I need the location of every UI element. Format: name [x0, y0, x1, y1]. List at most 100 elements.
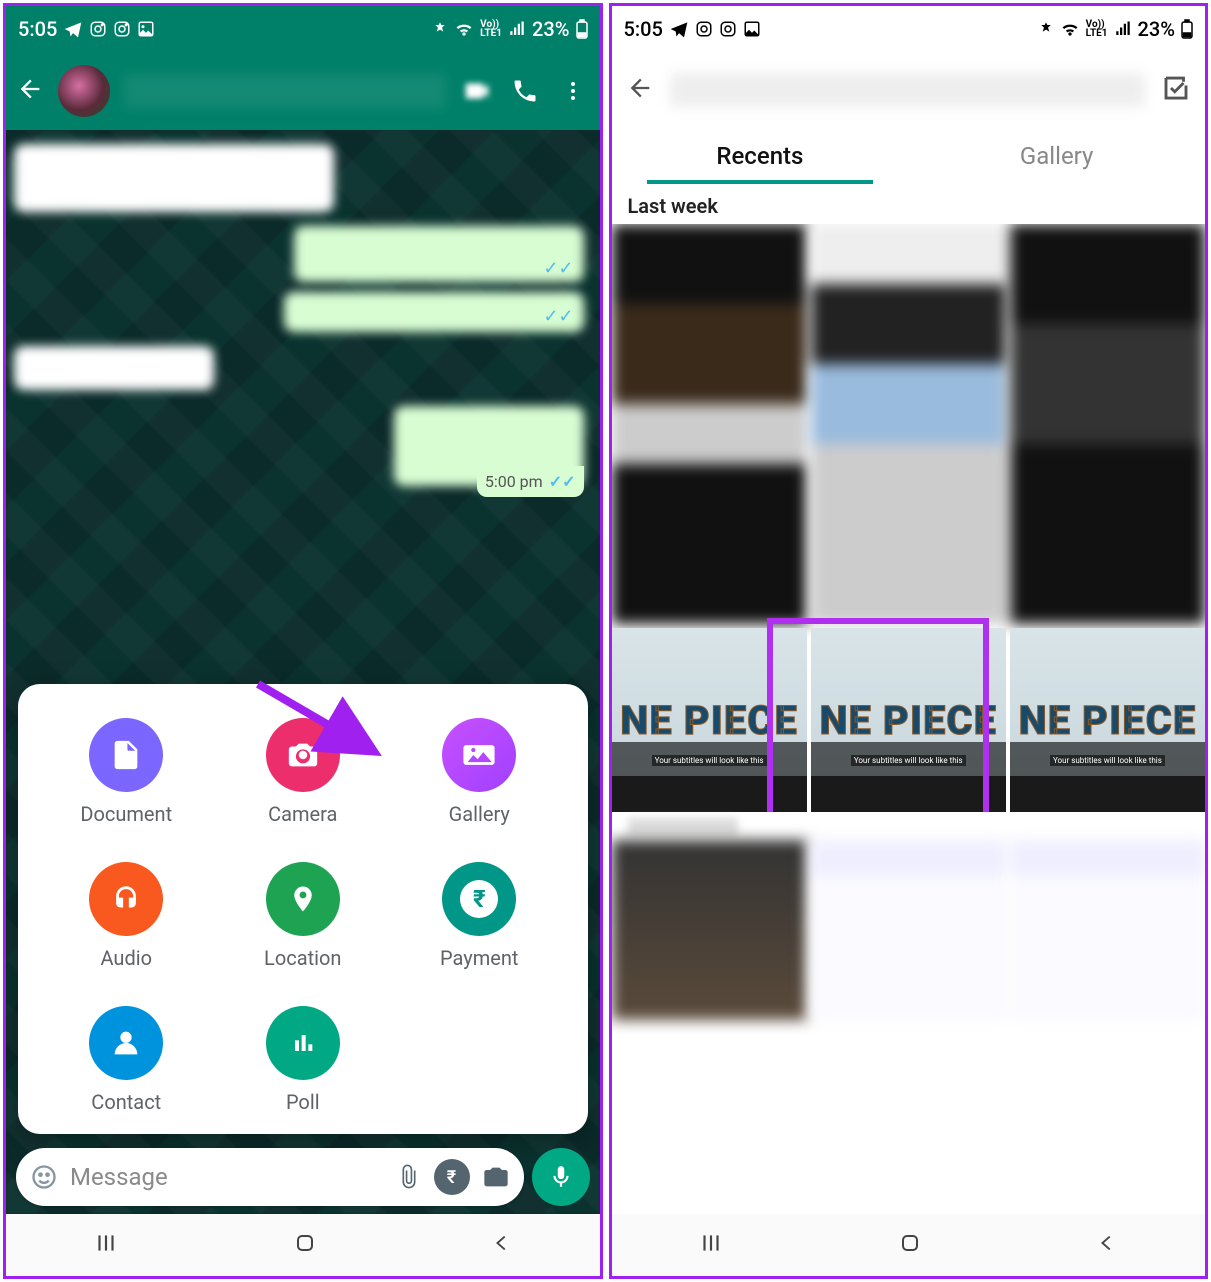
battery-saver-icon	[1038, 21, 1054, 37]
back-button[interactable]	[16, 75, 44, 107]
wifi-icon	[454, 19, 474, 39]
gallery-grid[interactable]: NE PIECE Your subtitles will look like t…	[612, 224, 1206, 1214]
recents-nav-icon[interactable]	[93, 1230, 119, 1260]
attach-payment-label: Payment	[440, 946, 518, 970]
media-thumbnail[interactable]	[612, 840, 807, 1020]
tab-recents-label: Recents	[716, 142, 803, 170]
home-nav-icon[interactable]	[293, 1231, 317, 1259]
instagram-icon	[719, 20, 737, 38]
emoji-icon[interactable]	[30, 1163, 58, 1191]
attach-audio-button[interactable]: Audio	[89, 862, 163, 970]
attach-contact-label: Contact	[91, 1090, 161, 1114]
status-time: 5:05	[18, 17, 57, 41]
outgoing-message[interactable]	[284, 292, 584, 332]
status-bar: 5:05 Vo))LTE1 23%	[6, 6, 600, 52]
media-thumbnail[interactable]	[612, 224, 807, 624]
thumbnail-subtitle: Your subtitles will look like this	[851, 755, 966, 766]
attach-poll-button[interactable]: Poll	[266, 1006, 340, 1114]
battery-percent: 23%	[1138, 17, 1175, 41]
volte-icon: Vo))LTE1	[1086, 20, 1108, 38]
thumbnail-subtitle: Your subtitles will look like this	[1050, 755, 1165, 766]
attach-gallery-button[interactable]: Gallery	[442, 718, 516, 826]
attach-contact-button[interactable]: Contact	[89, 1006, 163, 1114]
signal-icon	[1114, 20, 1132, 38]
section-header	[628, 818, 738, 836]
volte-icon: Vo))LTE1	[480, 20, 502, 38]
message-placeholder: Message	[70, 1163, 384, 1191]
media-thumbnail[interactable]: NE PIECE Your subtitles will look like t…	[612, 628, 807, 812]
battery-icon	[576, 19, 588, 39]
picker-tabs: Recents Gallery	[612, 128, 1206, 184]
contact-name[interactable]	[124, 74, 446, 108]
incoming-message[interactable]	[14, 346, 214, 390]
android-nav-bar	[612, 1214, 1206, 1276]
media-thumbnail[interactable]	[811, 224, 1006, 624]
image-notification-icon	[743, 20, 761, 38]
instagram-icon	[695, 20, 713, 38]
contact-avatar[interactable]	[58, 65, 110, 117]
attachment-picker-sheet: Document Camera Gallery Audio	[18, 684, 588, 1134]
back-button[interactable]	[626, 74, 654, 106]
attach-camera-button[interactable]: Camera	[266, 718, 340, 826]
voice-call-button[interactable]	[508, 77, 542, 105]
message-input[interactable]: Message ₹	[16, 1148, 524, 1206]
image-notification-icon	[137, 20, 155, 38]
recents-nav-icon[interactable]	[698, 1230, 724, 1260]
voice-message-button[interactable]	[532, 1148, 590, 1206]
chat-messages-area[interactable]: ✓✓ ✓✓ 5:00 pm ✓✓ Document Camera	[6, 130, 600, 1214]
read-receipt-icon: ✓✓	[543, 306, 573, 327]
instagram-icon	[113, 20, 131, 38]
message-timestamp: 5:00 pm ✓✓	[477, 466, 584, 497]
telegram-icon	[63, 19, 83, 39]
battery-percent: 23%	[532, 17, 569, 41]
more-options-button[interactable]	[556, 79, 590, 103]
incoming-message[interactable]	[14, 144, 334, 212]
attach-poll-label: Poll	[286, 1090, 320, 1114]
wifi-icon	[1060, 19, 1080, 39]
multi-select-button[interactable]	[1161, 73, 1191, 107]
tab-gallery-label: Gallery	[1020, 142, 1094, 170]
signal-icon	[508, 20, 526, 38]
outgoing-message[interactable]	[294, 226, 584, 282]
media-thumbnail[interactable]: NE PIECE Your subtitles will look like t…	[1010, 628, 1205, 812]
battery-icon	[1181, 19, 1193, 39]
attach-audio-label: Audio	[100, 946, 152, 970]
phone-right-media-picker: 5:05 Vo))LTE1 23% Recents Gallery	[609, 3, 1209, 1279]
attach-icon[interactable]	[396, 1164, 422, 1190]
tab-gallery[interactable]: Gallery	[908, 128, 1205, 184]
attach-location-button[interactable]: Location	[264, 862, 341, 970]
attach-gallery-label: Gallery	[449, 802, 510, 826]
thumbnail-text: NE PIECE	[1019, 697, 1197, 744]
media-thumbnail[interactable]	[811, 840, 1006, 1020]
camera-icon[interactable]	[482, 1163, 510, 1191]
picker-header	[612, 52, 1206, 128]
back-nav-icon[interactable]	[491, 1232, 513, 1258]
picker-title	[670, 73, 1146, 107]
media-row: NE PIECE Your subtitles will look like t…	[612, 628, 1206, 812]
attach-document-label: Document	[80, 802, 172, 826]
attach-payment-button[interactable]: ₹ Payment	[440, 862, 518, 970]
media-thumbnail[interactable]: NE PIECE Your subtitles will look like t…	[811, 628, 1006, 812]
phone-left-whatsapp-chat: 5:05 Vo))LTE1 23%	[3, 3, 603, 1279]
attach-document-button[interactable]: Document	[80, 718, 172, 826]
attach-camera-label: Camera	[268, 802, 337, 826]
thumbnail-text: NE PIECE	[620, 697, 798, 744]
status-time: 5:05	[624, 17, 663, 41]
home-nav-icon[interactable]	[898, 1231, 922, 1259]
thumbnail-text: NE PIECE	[819, 697, 997, 744]
media-thumbnail[interactable]	[1010, 840, 1205, 1020]
message-input-row: Message ₹	[16, 1148, 590, 1206]
back-nav-icon[interactable]	[1096, 1232, 1118, 1258]
tab-recents[interactable]: Recents	[612, 128, 909, 184]
video-call-button[interactable]	[460, 76, 494, 106]
media-thumbnail[interactable]	[1010, 224, 1205, 624]
attach-location-label: Location	[264, 946, 341, 970]
read-receipt-icon: ✓✓	[549, 472, 576, 491]
instagram-icon	[89, 20, 107, 38]
telegram-icon	[669, 19, 689, 39]
battery-saver-icon	[432, 21, 448, 37]
payment-icon[interactable]: ₹	[434, 1159, 470, 1195]
chat-header	[6, 52, 600, 130]
status-bar: 5:05 Vo))LTE1 23%	[612, 6, 1206, 52]
android-nav-bar	[6, 1214, 600, 1276]
